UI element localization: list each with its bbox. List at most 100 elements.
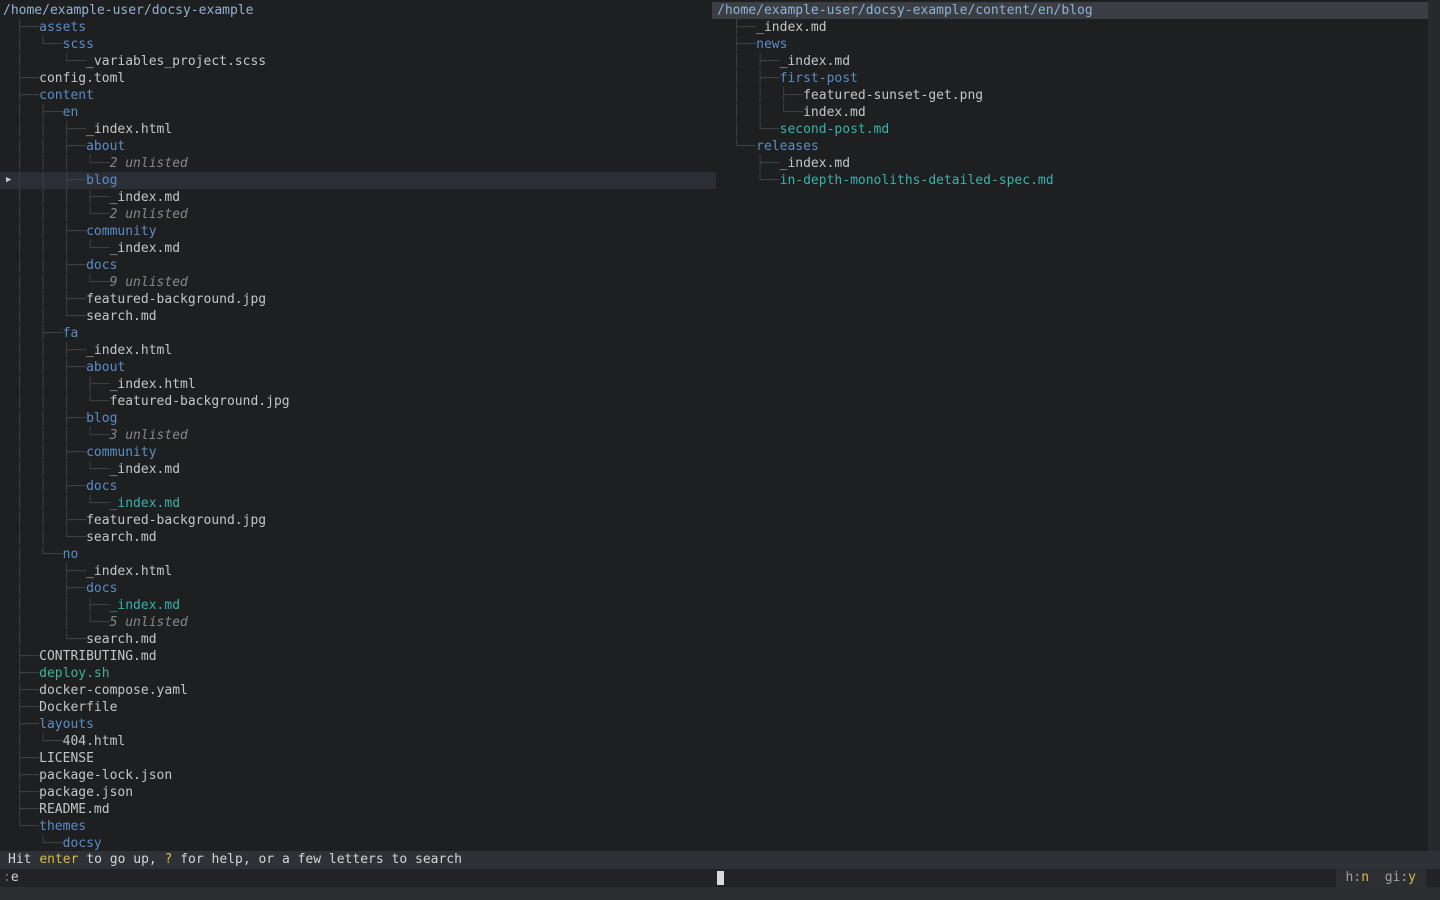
tree-row[interactable]: │ │ │ └──9 unlisted: [0, 274, 716, 291]
tree-branch: │ │ │ └──: [0, 394, 110, 409]
tree-row[interactable]: │ │ ├──_index.html: [0, 121, 716, 138]
tree-row[interactable]: │ ├──fa: [0, 325, 716, 342]
file-name: featured-background.jpg: [86, 292, 266, 307]
tree-row[interactable]: ├──Dockerfile: [0, 699, 716, 716]
input-value: e: [11, 870, 19, 885]
tree-row[interactable]: │ ├──_index.md: [712, 53, 1428, 70]
file-name: search.md: [86, 530, 156, 545]
mode-flags: h:n gi:y: [1336, 869, 1426, 887]
panel-left: /home/example-user/docsy-example ├──asse…: [0, 0, 716, 851]
file-name: config.toml: [39, 71, 125, 86]
tree-row[interactable]: ├──assets: [0, 19, 716, 36]
tree-branch: │ │ ├──: [0, 122, 86, 137]
tree-branch: │ │ ├──: [0, 445, 86, 460]
tree-branch: │ │ ├──: [0, 411, 86, 426]
file-name: _variables_project.scss: [86, 54, 266, 69]
tree-row[interactable]: ├──layouts: [0, 716, 716, 733]
tree-row[interactable]: ├──config.toml: [0, 70, 716, 87]
tree-branch: │ └──: [0, 734, 63, 749]
flag-separator: [1369, 870, 1385, 885]
tree-row[interactable]: │ └──no: [0, 546, 716, 563]
tree-row[interactable]: │ └──404.html: [0, 733, 716, 750]
tree-row[interactable]: ├──_index.md: [712, 155, 1428, 172]
tree-row[interactable]: │ │ │ └──_index.md: [0, 495, 716, 512]
tree-row[interactable]: │ │ │ └──2 unlisted: [0, 155, 716, 172]
tree-row[interactable]: ├──CONTRIBUTING.md: [0, 648, 716, 665]
tree-row[interactable]: │ │ │ ├──_index.md: [0, 189, 716, 206]
directory-name: docs: [86, 479, 117, 494]
file-name: _index.html: [110, 377, 196, 392]
tree-row[interactable]: ├──news: [712, 36, 1428, 53]
tree-row[interactable]: │ ├──docs: [0, 580, 716, 597]
tree-row[interactable]: │ │ └──index.md: [712, 104, 1428, 121]
tree-branch: ├──: [0, 700, 39, 715]
tree-row[interactable]: │ │ ├──community: [0, 223, 716, 240]
tree-row[interactable]: │ └──scss: [0, 36, 716, 53]
directory-name: docs: [86, 258, 117, 273]
tree-branch: │ │ │ └──: [0, 156, 110, 171]
tree-row[interactable]: │ │ ├──featured-background.jpg: [0, 512, 716, 529]
tree-row[interactable]: └──docsy: [0, 835, 716, 851]
tree-row[interactable]: │ │ │ ├──_index.html: [0, 376, 716, 393]
tree-branch: └──: [717, 139, 756, 154]
tree-row[interactable]: │ │ ├──_index.html: [0, 342, 716, 359]
panel-right-tree: ├──_index.md ├──news │ ├──_index.md │ ├─…: [712, 19, 1428, 189]
tree-row[interactable]: │ │ ├──docs: [0, 478, 716, 495]
tree-row[interactable]: ├──docker-compose.yaml: [0, 682, 716, 699]
panel-right-path[interactable]: /home/example-user/docsy-example/content…: [712, 2, 1428, 19]
tree-branch: │ └──: [0, 547, 63, 562]
tree-row[interactable]: │ ├──_index.html: [0, 563, 716, 580]
tree-row[interactable]: │ └──search.md: [0, 631, 716, 648]
broot-file-browser: /home/example-user/docsy-example ├──asse…: [0, 0, 1440, 900]
file-name: featured-sunset-get.png: [803, 88, 983, 103]
tree-row[interactable]: ├──LICENSE: [0, 750, 716, 767]
scrollbar-track[interactable]: [1428, 0, 1440, 851]
directory-name: layouts: [39, 717, 94, 732]
tree-row[interactable]: │ │ │ └──featured-background.jpg: [0, 393, 716, 410]
tree-row[interactable]: │ │ ├──featured-sunset-get.png: [712, 87, 1428, 104]
tree-row[interactable]: │ │ └──search.md: [0, 308, 716, 325]
tree-row[interactable]: │ └──_variables_project.scss: [0, 53, 716, 70]
selection-arrow-icon: ▶: [6, 172, 11, 189]
tree-row[interactable]: │ ├──first-post: [712, 70, 1428, 87]
tree-row[interactable]: └──in-depth-monoliths-detailed-spec.md: [712, 172, 1428, 189]
tree-row[interactable]: │ │ ├──blog: [0, 410, 716, 427]
directory-name: assets: [39, 20, 86, 35]
tree-row[interactable]: │ │ ├──_index.md: [0, 597, 716, 614]
tree-row[interactable]: ├──deploy.sh: [0, 665, 716, 682]
file-name: _index.md: [780, 156, 850, 171]
tree-row[interactable]: │ │ ├──featured-background.jpg: [0, 291, 716, 308]
tree-row[interactable]: ├──content: [0, 87, 716, 104]
tree-row[interactable]: │ │ ├──docs: [0, 257, 716, 274]
tree-row[interactable]: │ │ ├──about: [0, 138, 716, 155]
file-name: Dockerfile: [39, 700, 117, 715]
status-text-segment: Hit: [8, 852, 39, 867]
tree-row[interactable]: │ └──second-post.md: [712, 121, 1428, 138]
tree-row[interactable]: │ │ │ └──3 unlisted: [0, 427, 716, 444]
tree-row[interactable]: │ │ └──search.md: [0, 529, 716, 546]
tree-row[interactable]: │ │ │ └──2 unlisted: [0, 206, 716, 223]
panel-left-path[interactable]: /home/example-user/docsy-example: [0, 2, 716, 19]
tree-row[interactable]: ├──package-lock.json: [0, 767, 716, 784]
left-panel-input[interactable]: :e: [3, 869, 19, 887]
tree-row[interactable]: │ │ │ └──_index.md: [0, 240, 716, 257]
tree-row[interactable]: ├──package.json: [0, 784, 716, 801]
tree-row[interactable]: └──themes: [0, 818, 716, 835]
tree-branch: │ │ ├──: [0, 173, 86, 188]
tree-row[interactable]: │ ├──en: [0, 104, 716, 121]
status-bar: Hit enter to go up, ? for help, or a few…: [0, 851, 1440, 869]
tree-row[interactable]: ├──README.md: [0, 801, 716, 818]
tree-row[interactable]: └──releases: [712, 138, 1428, 155]
directory-name: docs: [86, 581, 117, 596]
tree-row[interactable]: │ │ ├──community: [0, 444, 716, 461]
tree-row[interactable]: │ │ │ └──_index.md: [0, 461, 716, 478]
tree-row[interactable]: │ │ └──5 unlisted: [0, 614, 716, 631]
tree-row[interactable]: │ │ ├──about: [0, 359, 716, 376]
tree-branch: │ │ ├──: [0, 513, 86, 528]
tree-branch: │ │ └──: [0, 309, 86, 324]
file-name: _index.md: [110, 241, 180, 256]
tree-row[interactable]: ▶ │ │ ├──blog: [0, 172, 716, 189]
tree-row[interactable]: ├──_index.md: [712, 19, 1428, 36]
file-name: README.md: [39, 802, 109, 817]
tree-branch: │ ├──: [0, 564, 86, 579]
